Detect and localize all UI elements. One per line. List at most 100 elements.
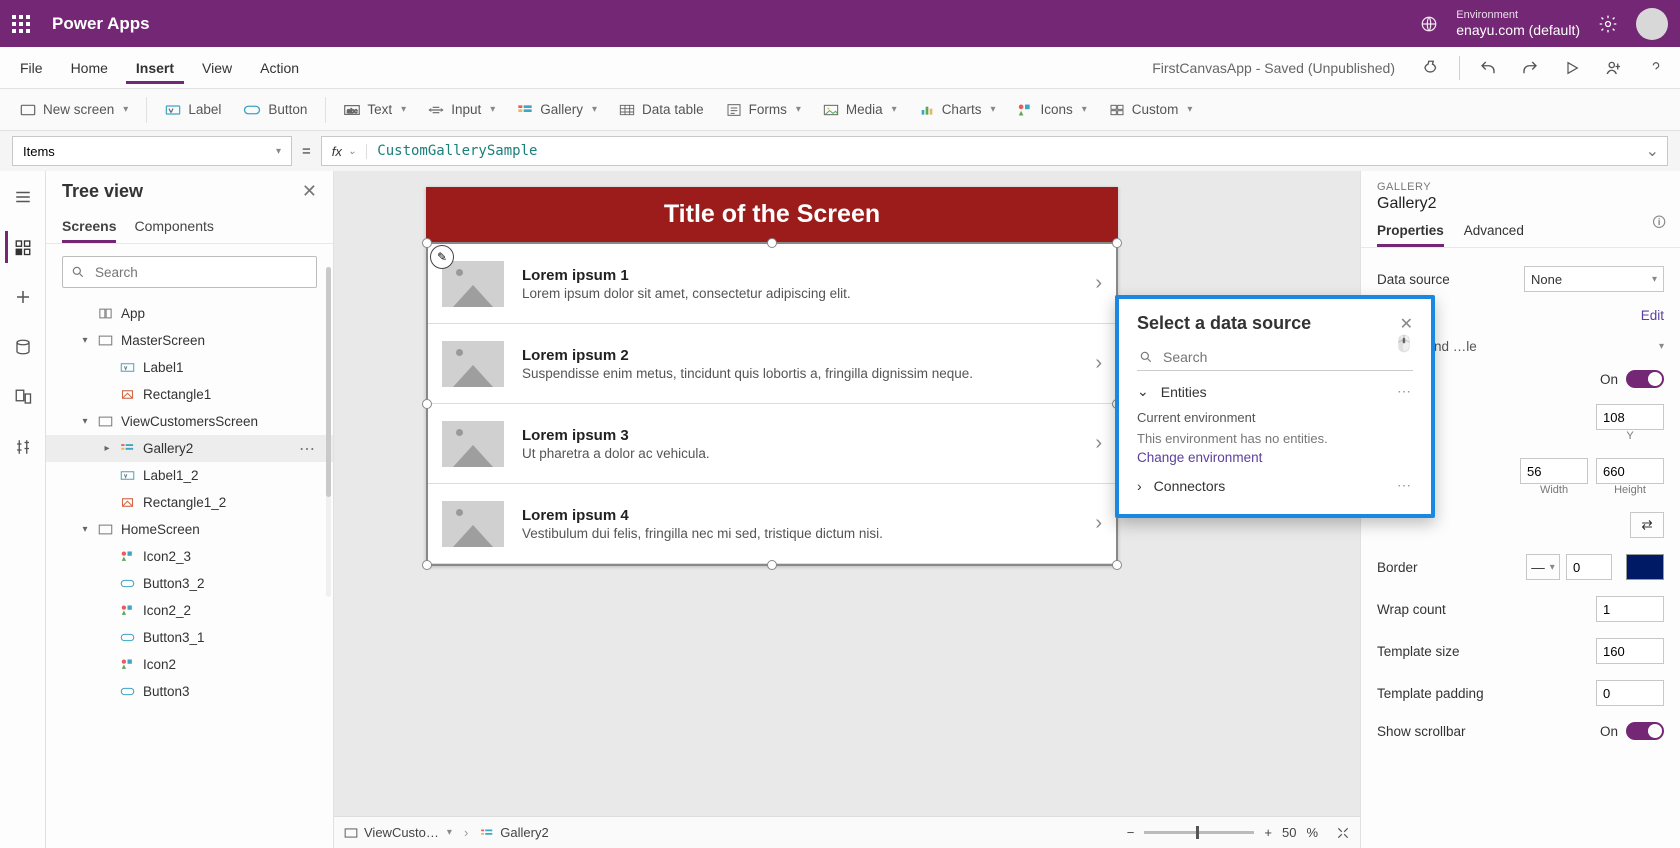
menu-view[interactable]: View xyxy=(192,52,242,84)
tree-node-gallery2[interactable]: ▸Gallery2⋯ xyxy=(46,435,333,462)
help-icon[interactable] xyxy=(1642,54,1670,82)
template-padding-input[interactable] xyxy=(1596,680,1664,706)
tree-node-icon2[interactable]: Icon2 xyxy=(46,651,333,678)
menu-action[interactable]: Action xyxy=(250,52,309,84)
tree-node-button3[interactable]: Button3 xyxy=(46,678,333,705)
undo-icon[interactable] xyxy=(1474,54,1502,82)
tree-node-rectangle1_2[interactable]: Rectangle1_2 xyxy=(46,489,333,516)
gallery-item[interactable]: Lorem ipsum 4Vestibulum dui felis, fring… xyxy=(428,484,1116,564)
insert-icons-button[interactable]: Icons▾ xyxy=(1007,97,1096,122)
tree-node-viewcustomersscreen[interactable]: ▾ViewCustomersScreen xyxy=(46,408,333,435)
menu-home[interactable]: Home xyxy=(61,52,118,84)
tree-node-label1_2[interactable]: Label1_2 xyxy=(46,462,333,489)
formula-expand-icon[interactable]: ⌄ xyxy=(1638,141,1667,161)
avatar[interactable] xyxy=(1636,8,1668,40)
gallery-control[interactable]: Lorem ipsum 1Lorem ipsum dolor sit amet,… xyxy=(426,242,1118,566)
scrollbar-toggle[interactable] xyxy=(1626,722,1664,740)
template-size-input[interactable] xyxy=(1596,638,1664,664)
tab-screens[interactable]: Screens xyxy=(62,212,116,243)
breadcrumb-control[interactable]: Gallery2 xyxy=(480,825,548,840)
rail-hamburger-icon[interactable] xyxy=(7,181,39,213)
entities-section-header[interactable]: ⌄ Entities ⋯ xyxy=(1137,371,1413,404)
insert-button-button[interactable]: Button xyxy=(233,97,317,122)
data-source-dropdown[interactable]: None▾ xyxy=(1524,266,1664,292)
environment-selector[interactable]: Environment enayu.com (default) xyxy=(1456,9,1580,39)
border-width-input[interactable] xyxy=(1566,554,1612,580)
zoom-slider[interactable] xyxy=(1144,831,1254,834)
formula-input[interactable]: CustomGallerySample xyxy=(367,143,1637,159)
property-selector[interactable]: Items ▾ xyxy=(12,136,292,166)
control-name[interactable]: Gallery2 xyxy=(1377,195,1664,213)
tree-node-app[interactable]: App xyxy=(46,300,333,327)
new-screen-button[interactable]: New screen▾ xyxy=(10,97,138,122)
more-icon[interactable]: ⋯ xyxy=(1397,477,1413,494)
rail-media-icon[interactable] xyxy=(7,381,39,413)
visible-toggle[interactable] xyxy=(1626,370,1664,388)
y-input[interactable] xyxy=(1596,404,1664,430)
border-color-swatch[interactable] xyxy=(1626,554,1664,580)
tab-components[interactable]: Components xyxy=(134,212,213,243)
gallery-item[interactable]: Lorem ipsum 2Suspendisse enim metus, tin… xyxy=(428,324,1116,404)
zoom-out-button[interactable]: − xyxy=(1127,825,1135,840)
more-icon[interactable]: ⋯ xyxy=(1397,383,1413,400)
play-icon[interactable] xyxy=(1558,54,1586,82)
scrollbar[interactable] xyxy=(326,267,331,597)
connectors-section-header[interactable]: › Connectors ⋯ xyxy=(1137,465,1413,498)
rail-insert-icon[interactable] xyxy=(7,281,39,313)
chevron-right-icon[interactable]: › xyxy=(1095,432,1102,455)
tree-node-icon2_3[interactable]: Icon2_3 xyxy=(46,543,333,570)
width-input[interactable] xyxy=(1520,458,1588,484)
chevron-right-icon[interactable]: › xyxy=(1095,272,1102,295)
tab-properties[interactable]: Properties xyxy=(1377,217,1444,247)
chevron-right-icon[interactable]: › xyxy=(1095,352,1102,375)
insert-text-button[interactable]: abc Text▾ xyxy=(334,97,416,122)
tree-search-input[interactable] xyxy=(93,264,308,281)
tab-advanced[interactable]: Advanced xyxy=(1464,217,1524,247)
close-icon[interactable]: ✕ xyxy=(302,181,317,202)
edit-template-icon[interactable]: ✎ xyxy=(430,245,454,269)
rail-tree-view-icon[interactable] xyxy=(5,231,37,263)
insert-charts-button[interactable]: Charts▾ xyxy=(909,97,1006,122)
rail-data-icon[interactable] xyxy=(7,331,39,363)
change-environment-link[interactable]: Change environment xyxy=(1137,450,1413,465)
height-input[interactable] xyxy=(1596,458,1664,484)
insert-gallery-button[interactable]: Gallery▾ xyxy=(507,97,607,122)
screen-preview[interactable]: Title of the Screen Lorem ipsum 1Lorem i… xyxy=(426,187,1118,566)
tree-node-icon2_2[interactable]: Icon2_2 xyxy=(46,597,333,624)
tree-node-label1[interactable]: Label1 xyxy=(46,354,333,381)
gallery-item[interactable]: Lorem ipsum 3Ut pharetra a dolor ac vehi… xyxy=(428,404,1116,484)
help-icon[interactable]: 🛈 xyxy=(1652,213,1666,236)
app-launcher-icon[interactable] xyxy=(12,15,30,33)
redo-icon[interactable] xyxy=(1516,54,1544,82)
tree-search-box[interactable] xyxy=(62,256,317,288)
insert-forms-button[interactable]: Forms▾ xyxy=(716,97,811,122)
rail-advanced-tools-icon[interactable] xyxy=(7,431,39,463)
chevron-down-icon[interactable]: ▾ xyxy=(1659,341,1664,352)
color-more-icon[interactable]: ⇄ xyxy=(1630,512,1664,538)
chevron-right-icon[interactable]: › xyxy=(1095,512,1102,535)
fx-icon[interactable]: fx⌄ xyxy=(322,144,368,159)
tree-node-button3_2[interactable]: Button3_2 xyxy=(46,570,333,597)
tree-node-homescreen[interactable]: ▾HomeScreen xyxy=(46,516,333,543)
menu-file[interactable]: File xyxy=(10,52,53,84)
menu-insert[interactable]: Insert xyxy=(126,52,184,84)
zoom-in-button[interactable]: + xyxy=(1264,825,1272,840)
insert-datatable-button[interactable]: Data table xyxy=(609,97,714,122)
insert-custom-button[interactable]: Custom▾ xyxy=(1099,97,1203,122)
app-checker-icon[interactable] xyxy=(1417,54,1445,82)
fit-to-window-icon[interactable] xyxy=(1336,826,1350,840)
border-style-dropdown[interactable]: — ▾ xyxy=(1526,554,1560,580)
insert-input-button[interactable]: Input▾ xyxy=(418,97,505,122)
insert-label-button[interactable]: Label xyxy=(155,97,231,122)
tree-node-button3_1[interactable]: Button3_1 xyxy=(46,624,333,651)
breadcrumb-screen[interactable]: ViewCusto… ▾ xyxy=(344,825,452,840)
tree-node-masterscreen[interactable]: ▾MasterScreen xyxy=(46,327,333,354)
popup-search-box[interactable] xyxy=(1137,344,1413,371)
share-icon[interactable] xyxy=(1600,54,1628,82)
popup-search-input[interactable] xyxy=(1161,348,1411,366)
settings-icon[interactable] xyxy=(1598,14,1618,34)
insert-media-button[interactable]: Media▾ xyxy=(813,97,907,122)
fields-edit-link[interactable]: Edit xyxy=(1641,308,1664,323)
wrap-count-input[interactable] xyxy=(1596,596,1664,622)
gallery-item[interactable]: Lorem ipsum 1Lorem ipsum dolor sit amet,… xyxy=(428,244,1116,324)
